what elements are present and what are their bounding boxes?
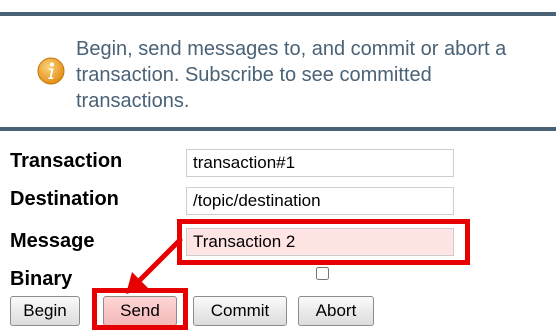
info-message: Begin, send messages to, and commit or a… [76, 38, 507, 112]
binary-label: Binary [10, 268, 73, 290]
abort-button[interactable]: Abort [298, 296, 374, 326]
message-label: Message [10, 230, 95, 252]
send-button[interactable]: Send [103, 296, 177, 326]
destination-label: Destination [10, 188, 119, 210]
info-icon [37, 57, 65, 85]
section-divider [0, 127, 556, 131]
commit-button[interactable]: Commit [193, 296, 287, 326]
top-divider [0, 12, 556, 16]
transaction-label: Transaction [10, 150, 123, 172]
destination-input[interactable] [186, 187, 454, 215]
transaction-input[interactable] [186, 149, 454, 177]
begin-button[interactable]: Begin [10, 296, 80, 326]
message-input[interactable] [186, 228, 454, 256]
binary-checkbox[interactable] [316, 267, 329, 280]
